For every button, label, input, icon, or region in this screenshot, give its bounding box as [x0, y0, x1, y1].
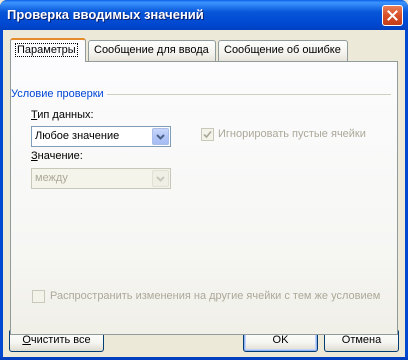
data-type-value: Любое значение [35, 130, 120, 142]
group-title: Условие проверки [11, 88, 104, 100]
tab-label: Параметры [15, 43, 78, 57]
value-select[interactable]: между [31, 168, 171, 189]
window-title: Проверка вводимых значений [7, 7, 204, 22]
value-label: Значение: [31, 150, 83, 162]
chevron-down-icon[interactable] [152, 128, 169, 145]
checkmark-icon [203, 130, 212, 139]
close-button[interactable] [382, 5, 403, 26]
data-type-select[interactable]: Любое значение [31, 126, 171, 147]
dialog-window: Проверка вводимых значений Параметры Соо… [0, 0, 408, 360]
ignore-blank-label: Игнорировать пустые ячейки [218, 128, 366, 140]
value-select-value: между [35, 172, 68, 184]
tab-input-message[interactable]: Сообщение для ввода [88, 40, 216, 61]
apply-all-label: Распространить изменения на другие ячейк… [50, 290, 381, 302]
data-type-label: Тип данных: [31, 109, 94, 121]
tab-error-message[interactable]: Сообщение об ошибке [218, 40, 348, 61]
ignore-blank-checkbox[interactable] [201, 128, 214, 141]
tab-label: Сообщение для ввода [94, 44, 209, 56]
dialog-client-area: Параметры Сообщение для ввода Сообщение … [3, 30, 405, 357]
group-divider [107, 94, 391, 95]
chevron-down-icon[interactable] [152, 170, 169, 187]
apply-all-checkbox[interactable] [32, 290, 45, 303]
tab-label: Сообщение об ошибке [224, 44, 341, 56]
tab-parameters[interactable]: Параметры [10, 38, 86, 62]
title-bar[interactable]: Проверка вводимых значений [0, 0, 408, 30]
close-icon [387, 10, 398, 21]
